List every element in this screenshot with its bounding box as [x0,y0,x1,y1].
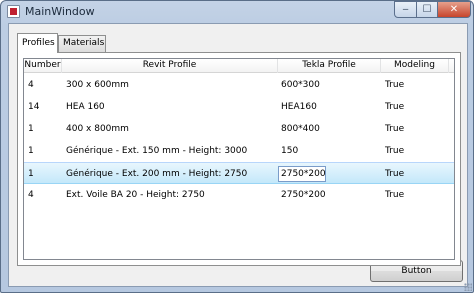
cell-revit-profile: Ext. Voile BA 20 - Height: 2750 [66,190,205,200]
table-row[interactable]: 4 300 x 600mm 600*300 True [24,74,454,96]
app-icon [7,5,20,18]
column-header-number[interactable]: Number [24,59,62,73]
column-header-filler [449,59,454,73]
cell-modeling: True [385,169,405,179]
title-bar[interactable]: MainWindow ‒ ☐ ✕ [1,1,473,23]
cell-tekla-profile[interactable]: 800*400 [281,118,320,140]
cell-modeling: True [385,80,405,90]
cell-tekla-profile[interactable]: HEA160 [281,96,317,118]
cell-number: 14 [28,102,40,112]
column-header-modeling[interactable]: Modeling [381,59,449,73]
table-row-selected[interactable]: 1 Générique - Ext. 200 mm - Height: 2750… [24,162,454,184]
tab-profiles[interactable]: Profiles [17,33,58,53]
close-button[interactable]: ✕ [437,1,471,18]
table-row[interactable]: 14 HEA 160 HEA160 True [24,96,454,118]
tekla-profile-edit-field[interactable]: 2750*200 [278,166,326,182]
cell-number: 1 [28,146,34,156]
cell-number: 1 [28,124,34,134]
tab-panel-profiles: Number Revit Profile Tekla Profile Model… [17,52,461,266]
resize-grip[interactable] [464,283,472,291]
window-title: MainWindow [25,5,95,18]
cell-revit-profile: 400 x 800mm [66,124,129,134]
client-area: Profiles Materials Number Revit Profile … [8,23,468,287]
tab-materials[interactable]: Materials [58,35,106,52]
table-row[interactable]: 1 400 x 800mm 800*400 True [24,118,454,140]
cell-revit-profile: 300 x 600mm [66,80,129,90]
minimize-button[interactable]: ‒ [394,1,417,18]
cell-revit-profile: Générique - Ext. 200 mm - Height: 2750 [66,169,248,179]
table-row[interactable]: 1 Générique - Ext. 150 mm - Height: 3000… [24,140,454,162]
cell-revit-profile: Générique - Ext. 150 mm - Height: 3000 [66,146,248,156]
profiles-grid: Number Revit Profile Tekla Profile Model… [23,58,455,260]
cell-modeling: True [385,146,405,156]
maximize-button[interactable]: ☐ [416,1,438,18]
cell-modeling: True [385,102,405,112]
grid-header: Number Revit Profile Tekla Profile Model… [24,59,454,73]
cell-number: 4 [28,190,34,200]
cell-number: 4 [28,80,34,90]
cell-modeling: True [385,124,405,134]
cell-tekla-profile[interactable]: 600*300 [281,74,320,96]
column-header-revit-profile[interactable]: Revit Profile [62,59,278,73]
cell-tekla-profile[interactable]: 2750*200 [281,184,326,206]
cell-revit-profile: HEA 160 [66,102,105,112]
table-row[interactable]: 4 Ext. Voile BA 20 - Height: 2750 2750*2… [24,184,454,206]
main-window: MainWindow ‒ ☐ ✕ Profiles Materials Numb… [0,0,474,293]
cell-tekla-profile[interactable]: 150 [281,140,298,162]
cell-modeling: True [385,190,405,200]
column-header-tekla-profile[interactable]: Tekla Profile [278,59,381,73]
cell-number: 1 [28,169,34,179]
